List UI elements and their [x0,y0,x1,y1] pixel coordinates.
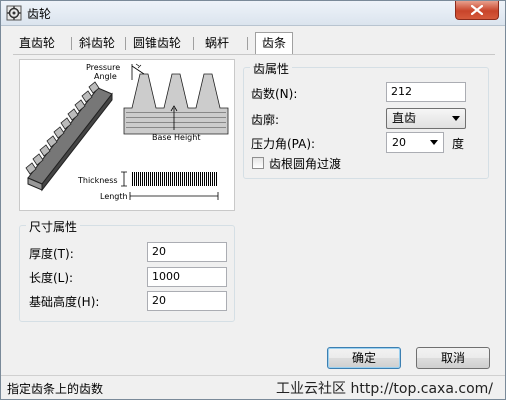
length-label: Length [100,192,128,201]
tab-bevel-gear[interactable]: 圆锥齿轮 [133,33,181,53]
tab-separator [193,37,194,50]
rack-diagram: Pressure Angle Base Height Thickness Len… [25,63,229,201]
root-fillet-checkbox[interactable] [252,157,264,169]
tab-rack[interactable]: 齿条 [255,32,294,54]
rack-illustration: Pressure Angle Base Height Thickness Len… [19,59,235,211]
base-height-field-label: 基础高度(H): [29,295,100,309]
watermark: 工业云社区 http://top.caxa.com/ [276,381,493,397]
cancel-button[interactable]: 取消 [416,347,490,369]
tab-helical-gear[interactable]: 斜齿轮 [79,33,115,53]
chevron-down-icon [452,116,460,121]
pressure-angle-label: 压力角(PA): [251,137,316,151]
tooth-profile-image [123,63,229,135]
gear-dialog: 齿轮 直齿轮 斜齿轮 圆锥齿轮 蜗杆 齿条 Pressure Angle Bas… [0,0,506,400]
tab-separator [125,37,126,50]
rack-3d-image [25,81,113,192]
close-icon [471,5,483,15]
close-button[interactable] [455,1,499,20]
status-text: 指定齿条上的齿数 [7,382,104,396]
pressure-angle-unit: 度 [452,137,465,151]
pressure-label-2: Angle [94,72,117,81]
status-bar: 指定齿条上的齿数 工业云社区 http://top.caxa.com/ [1,375,505,400]
thickness-dimension [121,171,127,187]
root-fillet-label: 齿根圆角过渡 [269,157,342,171]
tab-spur-gear[interactable]: 直齿轮 [19,33,55,53]
chevron-down-icon [430,140,438,145]
base-height-label: Base Height [152,133,200,142]
gear-icon [6,5,22,21]
length-barcode [132,172,217,186]
size-properties-title: 尺寸属性 [26,218,81,235]
tooth-profile-label: 齿廓: [251,113,280,127]
thickness-field-label: 厚度(T): [29,247,74,261]
pressure-label-1: Pressure [86,63,120,72]
tab-divider [13,54,495,55]
tooth-profile-select[interactable]: 直齿 [386,108,466,129]
length-dimension [129,192,219,200]
tooth-count-label: 齿数(N): [251,87,298,101]
pressure-angle-select[interactable]: 20 [386,132,444,153]
window-title: 齿轮 [27,7,52,21]
tab-separator [247,37,248,50]
tooth-properties-title: 齿属性 [250,60,293,77]
base-height-input[interactable]: 20 [147,291,227,311]
thickness-input[interactable]: 20 [147,242,227,262]
title-bar: 齿轮 [1,1,505,26]
tooth-profile-value: 直齿 [392,111,417,125]
length-field-label: 长度(L): [29,271,74,285]
ok-button[interactable]: 确定 [327,347,401,369]
tab-worm[interactable]: 蜗杆 [205,33,229,53]
tooth-count-input[interactable]: 212 [386,82,466,102]
pressure-angle-value: 20 [392,136,406,149]
thickness-label: Thickness [77,176,118,185]
length-input[interactable]: 1000 [147,267,227,287]
tab-separator [71,37,72,50]
